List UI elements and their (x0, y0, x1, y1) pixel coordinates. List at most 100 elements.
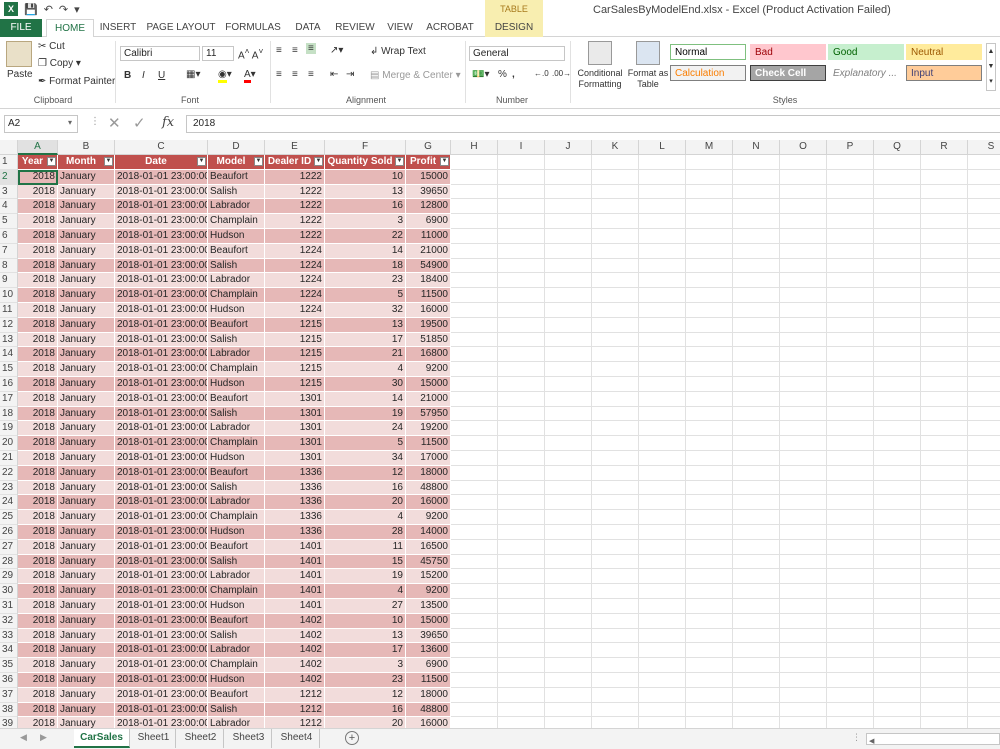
empty-cell[interactable] (874, 480, 921, 496)
table-cell[interactable]: January (58, 258, 115, 274)
table-cell[interactable]: Champlain (208, 214, 265, 229)
empty-cell[interactable] (874, 303, 921, 318)
table-cell[interactable]: 2018-01-01 23:00:00 (115, 184, 208, 200)
empty-cell[interactable] (686, 599, 733, 614)
table-cell[interactable]: January (58, 229, 115, 244)
table-cell[interactable]: Beaufort (208, 317, 265, 333)
empty-cell[interactable] (639, 554, 686, 570)
table-cell[interactable]: January (58, 628, 115, 644)
table-cell[interactable]: 2018 (18, 391, 58, 407)
cell-style-normal[interactable]: Normal (670, 44, 746, 60)
row-header[interactable]: 26 (0, 525, 18, 540)
table-cell[interactable]: 2018-01-01 23:00:00 (115, 406, 208, 422)
empty-cell[interactable] (639, 569, 686, 585)
empty-cell[interactable] (686, 495, 733, 511)
table-cell[interactable]: January (58, 687, 115, 703)
empty-cell[interactable] (733, 406, 780, 422)
empty-cell[interactable] (827, 702, 874, 718)
empty-cell[interactable] (968, 362, 1000, 377)
empty-cell[interactable] (921, 554, 968, 570)
table-cell[interactable]: 16800 (406, 347, 451, 363)
table-cell[interactable]: 18000 (406, 687, 451, 703)
copy-button[interactable]: ❐ Copy ▾ (38, 58, 81, 69)
table-cell[interactable]: 48800 (406, 702, 451, 718)
table-cell[interactable]: 54900 (406, 258, 451, 274)
table-cell[interactable]: Beaufort (208, 687, 265, 703)
empty-cell[interactable] (874, 451, 921, 466)
column-header[interactable]: D (208, 140, 265, 155)
table-cell[interactable]: 11000 (406, 229, 451, 244)
table-cell[interactable]: 2018-01-01 23:00:00 (115, 362, 208, 377)
table-cell[interactable]: 14 (325, 243, 406, 259)
empty-cell[interactable] (921, 451, 968, 466)
table-cell[interactable]: 28 (325, 525, 406, 540)
table-cell[interactable]: 22 (325, 229, 406, 244)
empty-cell[interactable] (545, 229, 592, 244)
empty-cell[interactable] (780, 495, 827, 511)
empty-cell[interactable] (921, 480, 968, 496)
empty-cell[interactable] (968, 347, 1000, 363)
table-cell[interactable]: Hudson (208, 525, 265, 540)
empty-cell[interactable] (451, 258, 498, 274)
empty-cell[interactable] (968, 318, 1000, 333)
table-cell[interactable]: 2018 (18, 480, 58, 496)
empty-cell[interactable] (686, 377, 733, 392)
empty-cell[interactable] (686, 155, 733, 170)
empty-cell[interactable] (686, 273, 733, 289)
empty-cell[interactable] (545, 613, 592, 629)
table-cell[interactable]: 2018 (18, 303, 58, 318)
empty-cell[interactable] (451, 628, 498, 644)
empty-cell[interactable] (639, 628, 686, 644)
empty-cell[interactable] (592, 480, 639, 496)
empty-cell[interactable] (921, 421, 968, 437)
empty-cell[interactable] (686, 317, 733, 333)
empty-cell[interactable] (874, 406, 921, 422)
empty-cell[interactable] (545, 377, 592, 392)
insert-function-icon[interactable]: fx (162, 115, 174, 130)
table-header-cell[interactable]: Dealer ID ▼ (265, 155, 325, 170)
empty-cell[interactable] (592, 495, 639, 511)
comma-icon[interactable]: , (512, 69, 515, 80)
empty-cell[interactable] (827, 229, 874, 244)
table-cell[interactable]: 2018 (18, 317, 58, 333)
bold-button[interactable]: B (124, 70, 131, 81)
table-cell[interactable]: 2018-01-01 23:00:00 (115, 214, 208, 229)
empty-cell[interactable] (639, 332, 686, 348)
row-header[interactable]: 35 (0, 658, 18, 673)
empty-cell[interactable] (686, 628, 733, 644)
table-cell[interactable]: Labrador (208, 569, 265, 585)
empty-cell[interactable] (545, 303, 592, 318)
table-cell[interactable]: Hudson (208, 229, 265, 244)
empty-cell[interactable] (733, 687, 780, 703)
empty-cell[interactable] (451, 303, 498, 318)
empty-cell[interactable] (968, 555, 1000, 570)
table-cell[interactable]: 2018-01-01 23:00:00 (115, 569, 208, 585)
table-cell[interactable]: January (58, 317, 115, 333)
table-cell[interactable]: 1222 (265, 214, 325, 229)
table-cell[interactable]: 9200 (406, 584, 451, 599)
empty-cell[interactable] (733, 702, 780, 718)
table-cell[interactable]: 2018 (18, 362, 58, 377)
empty-cell[interactable] (827, 199, 874, 215)
empty-cell[interactable] (733, 273, 780, 289)
empty-cell[interactable] (545, 643, 592, 659)
table-cell[interactable]: 14 (325, 391, 406, 407)
row-header[interactable]: 21 (0, 451, 18, 466)
column-header[interactable]: L (639, 140, 686, 155)
empty-cell[interactable] (968, 392, 1000, 407)
empty-cell[interactable] (733, 155, 780, 170)
empty-cell[interactable] (827, 421, 874, 437)
column-header[interactable]: Q (874, 140, 921, 155)
table-cell[interactable]: 1336 (265, 525, 325, 540)
table-cell[interactable]: 2018 (18, 347, 58, 363)
empty-cell[interactable] (498, 332, 545, 348)
empty-cell[interactable] (827, 554, 874, 570)
empty-cell[interactable] (874, 584, 921, 599)
cancel-icon[interactable]: ✕ (108, 114, 121, 132)
table-cell[interactable]: 16000 (406, 303, 451, 318)
table-cell[interactable]: 2018-01-01 23:00:00 (115, 229, 208, 244)
table-cell[interactable]: 1215 (265, 377, 325, 392)
filter-dropdown-icon[interactable]: ▼ (47, 157, 56, 166)
table-cell[interactable]: 48800 (406, 480, 451, 496)
table-cell[interactable]: 21000 (406, 391, 451, 407)
